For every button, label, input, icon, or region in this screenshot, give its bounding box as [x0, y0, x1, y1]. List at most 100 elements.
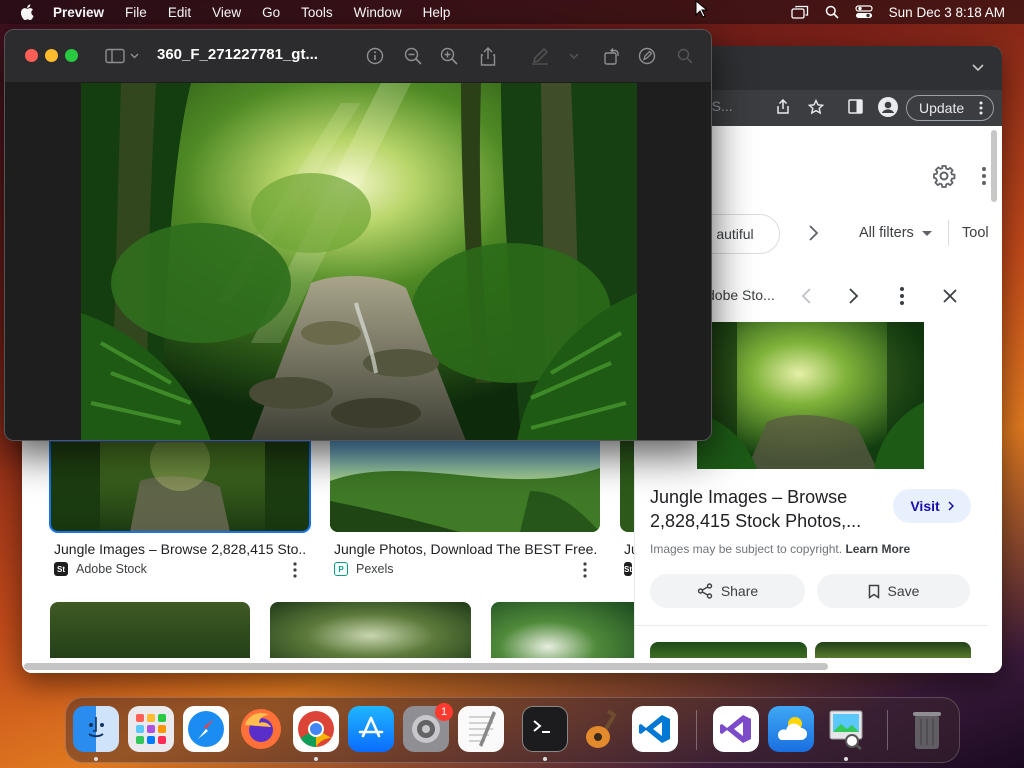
- update-button-label: Update: [919, 100, 965, 116]
- copyright-text: Images may be subject to copyright.: [650, 542, 843, 556]
- panel-more-icon[interactable]: [898, 286, 906, 306]
- dock-textedit-icon[interactable]: [458, 706, 504, 752]
- tools-button[interactable]: Tool: [962, 225, 989, 241]
- dock-trash-icon[interactable]: [904, 706, 950, 752]
- all-filters-caret-icon: [921, 230, 932, 236]
- panel-preview-image[interactable]: [697, 322, 924, 469]
- panel-next-icon[interactable]: [848, 287, 860, 305]
- result-thumb[interactable]: [270, 602, 471, 658]
- result-thumb[interactable]: [491, 602, 634, 658]
- menu-file[interactable]: File: [125, 5, 147, 20]
- zoom-in-icon[interactable]: [439, 46, 459, 66]
- markup-icon[interactable]: [637, 46, 657, 66]
- menu-window[interactable]: Window: [354, 5, 402, 20]
- learn-more-link[interactable]: Learn More: [845, 542, 910, 556]
- menu-tools[interactable]: Tools: [301, 5, 333, 20]
- window-zoom-button[interactable]: [65, 49, 78, 62]
- profile-avatar-icon[interactable]: [878, 97, 898, 117]
- result-source[interactable]: St: [624, 562, 634, 576]
- result-thumb[interactable]: [50, 602, 250, 658]
- dock-terminal-icon[interactable]: [522, 706, 568, 752]
- panel-share-button[interactable]: Share: [650, 574, 805, 608]
- panel-save-button[interactable]: Save: [817, 574, 970, 608]
- rotate-icon[interactable]: [602, 46, 622, 66]
- share-icon: [697, 583, 713, 599]
- bookmark-star-icon[interactable]: [808, 99, 824, 115]
- chrome-update-button[interactable]: Update: [906, 95, 994, 121]
- result-thumb[interactable]: [49, 440, 311, 533]
- window-minimize-button[interactable]: [45, 49, 58, 62]
- sidebar-icon[interactable]: [105, 46, 139, 66]
- dock-firefox-icon[interactable]: [238, 706, 284, 752]
- screen-mirroring-icon[interactable]: [791, 5, 809, 19]
- apple-logo-icon[interactable]: [20, 4, 34, 20]
- info-icon[interactable]: [365, 46, 385, 66]
- jungle-photo: [81, 83, 637, 440]
- result-more-icon[interactable]: [292, 562, 298, 578]
- menu-view[interactable]: View: [212, 5, 241, 20]
- dock-finder-icon[interactable]: [73, 706, 119, 752]
- dock-launchpad-icon[interactable]: [128, 706, 174, 752]
- dock-preview-icon[interactable]: [823, 706, 869, 752]
- share-icon[interactable]: [478, 46, 498, 66]
- preview-document-title[interactable]: 360_F_271227781_gt...: [157, 46, 318, 63]
- share-page-icon[interactable]: [776, 99, 790, 115]
- panel-prev-icon[interactable]: [800, 287, 812, 305]
- result-source-label: Adobe Stock: [76, 562, 147, 576]
- dock-vscode-icon[interactable]: [632, 706, 678, 752]
- preview-toolbar: 360_F_271227781_gt...: [5, 30, 711, 82]
- result-thumb[interactable]: [620, 441, 634, 532]
- panel-visit-button[interactable]: Visit: [893, 489, 971, 523]
- panel-divider: [634, 625, 988, 626]
- dock-running-indicator: [543, 757, 547, 761]
- side-panel-icon[interactable]: [848, 99, 863, 114]
- panel-result-title[interactable]: Jungle Images – Browse 2,828,415 Stock P…: [650, 485, 880, 533]
- window-close-button[interactable]: [25, 49, 38, 62]
- related-thumb[interactable]: [650, 642, 807, 658]
- search-icon[interactable]: [675, 46, 695, 66]
- related-thumb[interactable]: [815, 642, 971, 658]
- spotlight-search-icon[interactable]: [825, 5, 839, 19]
- control-center-icon[interactable]: [855, 5, 873, 19]
- all-filters-button[interactable]: All filters: [859, 225, 932, 241]
- preview-image-canvas[interactable]: [81, 83, 637, 440]
- zoom-out-icon[interactable]: [403, 46, 423, 66]
- result-title[interactable]: Jungle Photos, Download The BEST Free...: [334, 541, 596, 557]
- pexels-favicon-icon: P: [334, 562, 348, 576]
- menu-app-name[interactable]: Preview: [53, 5, 104, 20]
- menu-go[interactable]: Go: [262, 5, 280, 20]
- visit-chevron-icon: [948, 501, 954, 511]
- adobe-stock-favicon-icon: St: [624, 562, 632, 576]
- settings-gear-icon[interactable]: [932, 164, 956, 188]
- result-more-icon[interactable]: [582, 562, 588, 578]
- dock-chrome-icon[interactable]: [293, 706, 339, 752]
- dock-garageband-icon[interactable]: [577, 706, 623, 752]
- chips-scroll-right-icon[interactable]: [807, 224, 819, 242]
- result-source[interactable]: St Adobe Stock: [54, 562, 147, 576]
- menu-clock[interactable]: Sun Dec 3 8:18 AM: [889, 5, 1005, 20]
- vertical-scroll-thumb[interactable]: [991, 130, 997, 202]
- dock-safari-icon[interactable]: [183, 706, 229, 752]
- dock-weather-icon[interactable]: [768, 706, 814, 752]
- menu-help[interactable]: Help: [423, 5, 451, 20]
- dock-visual-studio-icon[interactable]: [713, 706, 759, 752]
- page-horizontal-scrollbar[interactable]: [22, 660, 830, 672]
- horizontal-scroll-thumb[interactable]: [24, 663, 828, 670]
- result-source[interactable]: P Pexels: [334, 562, 394, 576]
- dock-app-store-icon[interactable]: [348, 706, 394, 752]
- menu-edit[interactable]: Edit: [168, 5, 191, 20]
- dock-running-indicator: [94, 757, 98, 761]
- markup-pen-icon[interactable]: [530, 46, 550, 66]
- result-thumb[interactable]: [330, 441, 600, 532]
- markup-dropdown-chevron-icon[interactable]: [567, 46, 581, 66]
- page-vertical-scrollbar[interactable]: [989, 128, 999, 658]
- save-label: Save: [887, 583, 920, 599]
- dock-running-indicator: [314, 757, 318, 761]
- result-title[interactable]: Ju: [624, 541, 634, 557]
- result-title[interactable]: Jungle Images – Browse 2,828,415 Sto...: [54, 541, 306, 557]
- tab-search-chevron-icon[interactable]: [972, 64, 984, 72]
- panel-close-icon[interactable]: [942, 288, 958, 304]
- visit-label: Visit: [910, 498, 940, 514]
- panel-source-label[interactable]: dobe Sto...: [707, 287, 775, 303]
- result-source-label: Pexels: [356, 562, 394, 576]
